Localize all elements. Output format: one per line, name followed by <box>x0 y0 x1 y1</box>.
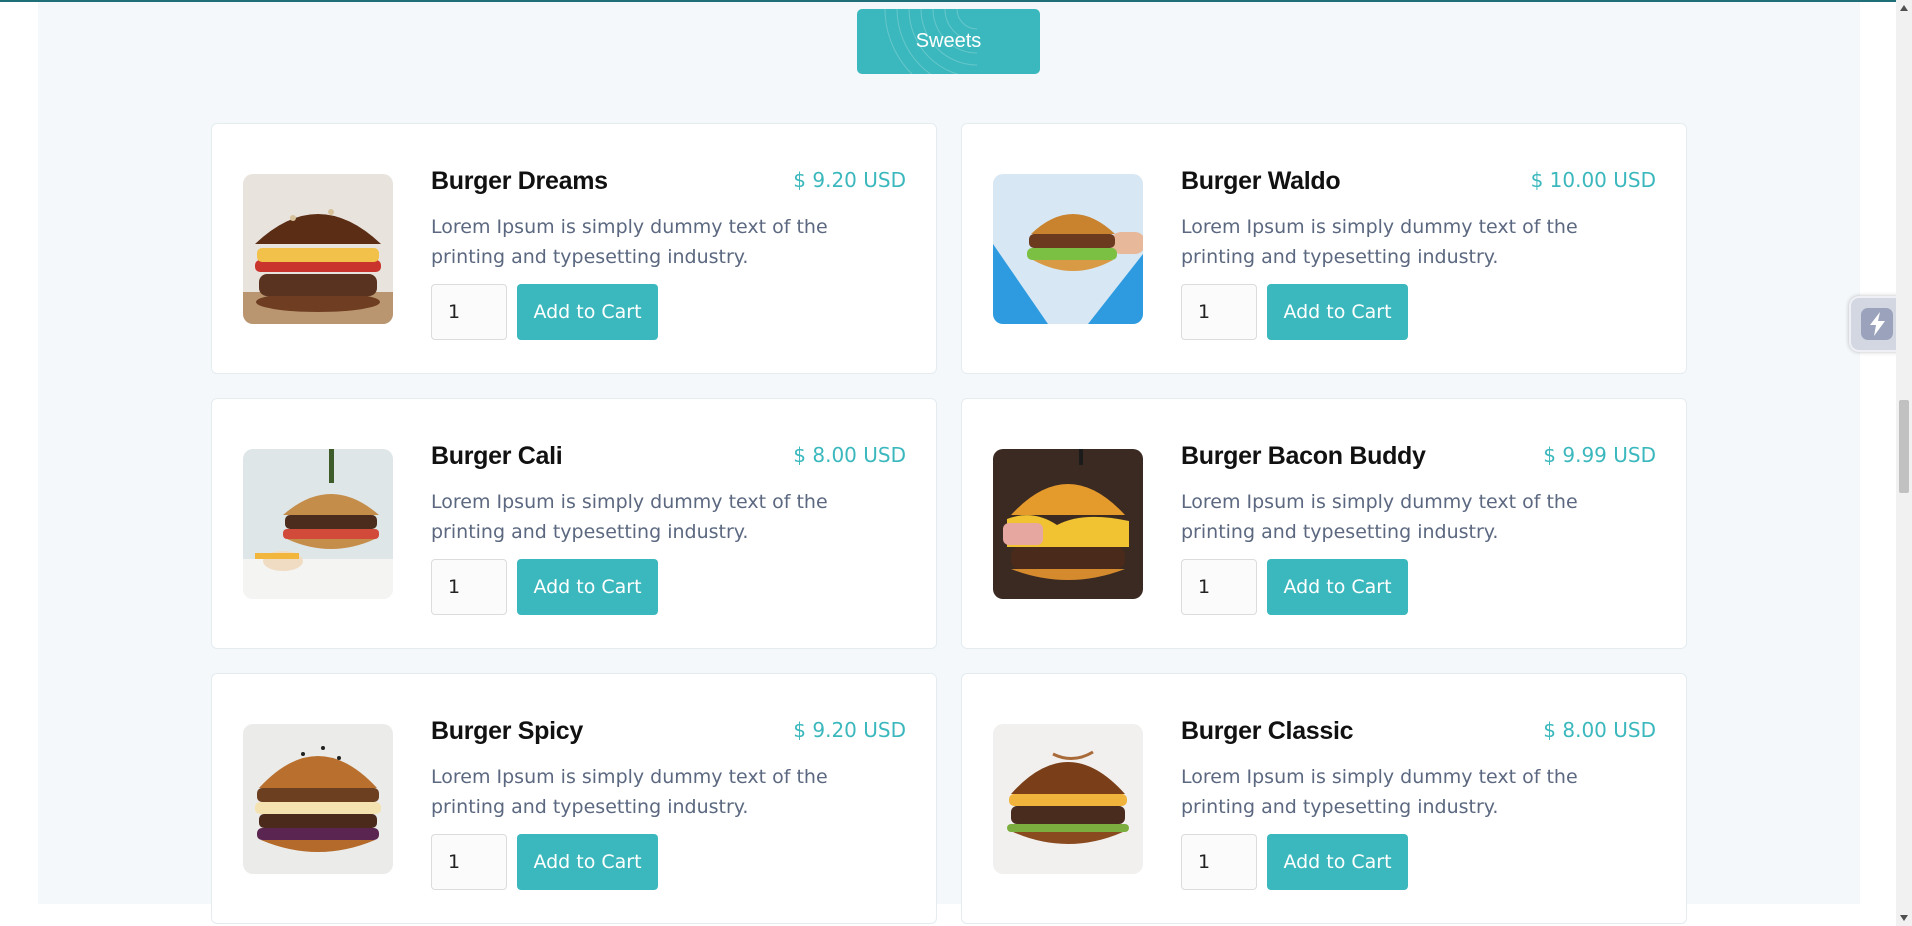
product-price: $ 9.20 USD <box>793 168 906 192</box>
product-description: Lorem Ipsum is simply dummy text of the … <box>1181 491 1578 543</box>
quantity-input[interactable] <box>1181 559 1257 615</box>
scroll-down-arrow-icon[interactable] <box>1896 910 1912 926</box>
product-description: Lorem Ipsum is simply dummy text of the … <box>431 216 828 268</box>
product-image <box>993 174 1143 324</box>
product-name: Burger Dreams <box>431 167 608 195</box>
product-name: Burger Classic <box>1181 717 1354 745</box>
product-image <box>993 724 1143 874</box>
scroll-up-arrow-icon[interactable] <box>1896 0 1912 16</box>
category-tab-sweets[interactable]: Sweets <box>857 9 1040 74</box>
product-card: Burger Dreams $ 9.20 USD Lorem Ipsum is … <box>211 123 937 374</box>
product-card: Burger Spicy $ 9.20 USD Lorem Ipsum is s… <box>211 673 937 924</box>
product-name: Burger Bacon Buddy <box>1181 442 1426 470</box>
product-card: Burger Classic $ 8.00 USD Lorem Ipsum is… <box>961 673 1687 924</box>
product-description: Lorem Ipsum is simply dummy text of the … <box>431 766 828 818</box>
product-price: $ 8.00 USD <box>1543 718 1656 742</box>
product-card: Burger Bacon Buddy $ 9.99 USD Lorem Ipsu… <box>961 398 1687 649</box>
add-to-cart-button[interactable]: Add to Cart <box>517 284 658 340</box>
product-image <box>243 174 393 324</box>
add-to-cart-button[interactable]: Add to Cart <box>1267 834 1408 890</box>
product-description: Lorem Ipsum is simply dummy text of the … <box>1181 766 1578 818</box>
quantity-input[interactable] <box>431 284 507 340</box>
product-price: $ 9.20 USD <box>793 718 906 742</box>
quantity-input[interactable] <box>1181 284 1257 340</box>
scrollbar-thumb[interactable] <box>1899 400 1909 493</box>
quantity-input[interactable] <box>431 834 507 890</box>
product-description: Lorem Ipsum is simply dummy text of the … <box>1181 216 1578 268</box>
product-price: $ 9.99 USD <box>1543 443 1656 467</box>
add-to-cart-button[interactable]: Add to Cart <box>1267 284 1408 340</box>
vertical-scrollbar[interactable] <box>1896 0 1912 926</box>
product-image <box>993 449 1143 599</box>
add-to-cart-button[interactable]: Add to Cart <box>517 834 658 890</box>
product-card: Burger Cali $ 8.00 USD Lorem Ipsum is si… <box>211 398 937 649</box>
product-name: Burger Spicy <box>431 717 584 745</box>
category-tab-label: Sweets <box>915 30 982 52</box>
add-to-cart-button[interactable]: Add to Cart <box>1267 559 1408 615</box>
product-description: Lorem Ipsum is simply dummy text of the … <box>431 491 828 543</box>
product-price: $ 10.00 USD <box>1530 168 1656 192</box>
product-card: Burger Waldo $ 10.00 USD Lorem Ipsum is … <box>961 123 1687 374</box>
product-image <box>243 449 393 599</box>
product-name: Burger Waldo <box>1181 167 1341 195</box>
product-price: $ 8.00 USD <box>793 443 906 467</box>
quantity-input[interactable] <box>1181 834 1257 890</box>
lightning-bolt-icon <box>1861 308 1893 340</box>
product-name: Burger Cali <box>431 442 563 470</box>
quantity-input[interactable] <box>431 559 507 615</box>
add-to-cart-button[interactable]: Add to Cart <box>517 559 658 615</box>
product-image <box>243 724 393 874</box>
